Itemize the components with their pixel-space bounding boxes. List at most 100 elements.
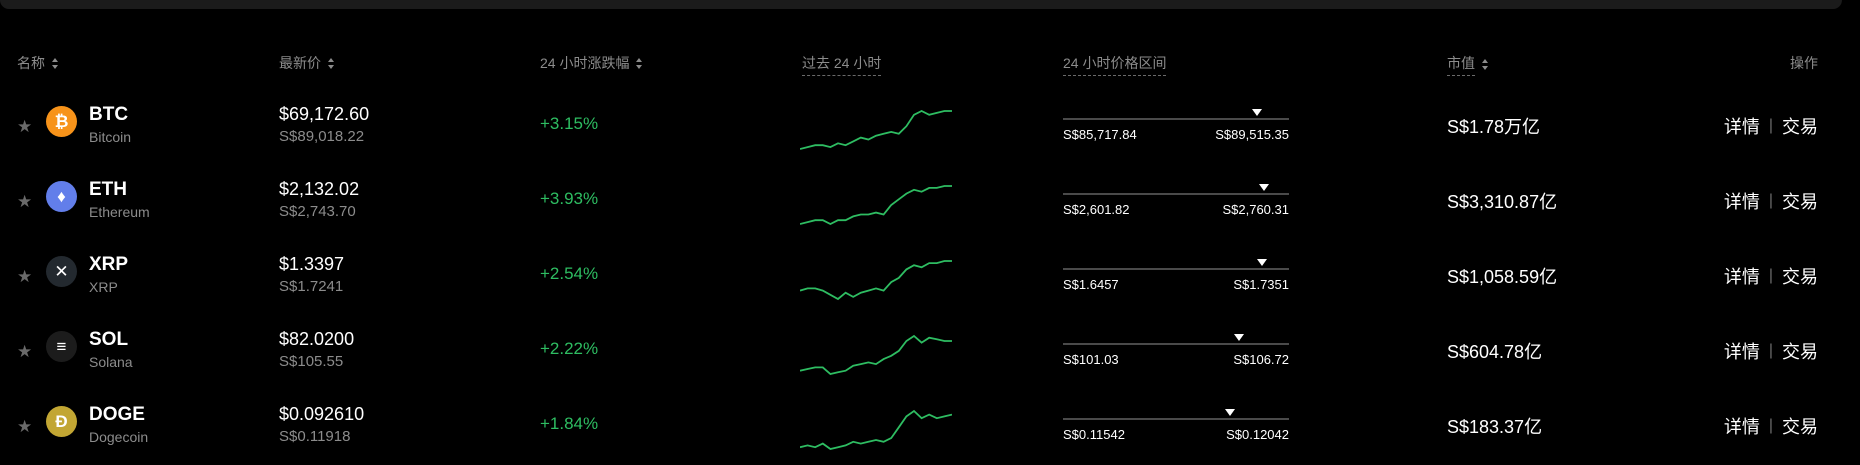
range-low: S$1.6457	[1063, 277, 1119, 292]
detail-link[interactable]: 详情	[1724, 113, 1760, 139]
sparkline-chart	[800, 409, 952, 450]
detail-link[interactable]: 详情	[1724, 338, 1760, 364]
sort-icon[interactable]	[52, 57, 59, 69]
range-low: S$85,717.84	[1063, 127, 1137, 142]
price: $1.3397	[279, 254, 345, 274]
coin-name: Bitcoin	[89, 129, 132, 145]
sparkline-line	[800, 109, 952, 150]
range-marker	[1252, 109, 1263, 116]
star-icon[interactable]: ★	[17, 418, 32, 435]
coin-symbol[interactable]: DOGE	[89, 404, 145, 426]
coin-symbol[interactable]: BTC	[89, 104, 128, 126]
action-separator: |	[1768, 117, 1773, 134]
header-name[interactable]: 名称	[17, 53, 59, 73]
coin-symbol[interactable]: ETH	[89, 179, 127, 201]
range-high: S$106.72	[1233, 352, 1289, 367]
table-row[interactable]: ★ ≡ SOL Solana $82.0200 S$105.55 +2.22% …	[0, 313, 1860, 388]
dogecoin-icon: Ð	[46, 406, 77, 437]
table-row[interactable]: ★ ♦ ETH Ethereum $2,132.02 S$2,743.70 +3…	[0, 163, 1860, 238]
trade-link[interactable]: 交易	[1782, 188, 1818, 214]
header-change[interactable]: 24 小时涨跌幅	[540, 53, 643, 73]
coin-name: Dogecoin	[89, 429, 149, 445]
table-row[interactable]: ★ ₿ BTC Bitcoin $69,172.60 S$89,018.22 +…	[0, 88, 1860, 163]
change-24h: +2.22%	[540, 339, 599, 358]
row-actions: 详情 | 交易	[1724, 338, 1818, 364]
table-header: 名称 最新价 24 小时涨跌幅 过去 24 小时 24 小时价格区间 市值 操作	[0, 53, 1860, 76]
coin-symbol[interactable]: SOL	[89, 329, 128, 351]
bitcoin-icon: ₿	[46, 106, 77, 137]
price: $2,132.02	[279, 179, 360, 199]
price-local: S$105.55	[279, 353, 344, 370]
trade-link[interactable]: 交易	[1782, 113, 1818, 139]
range-marker	[1256, 259, 1267, 266]
detail-link[interactable]: 详情	[1724, 413, 1760, 439]
range-low: S$101.03	[1063, 352, 1119, 367]
header-range: 24 小时价格区间	[1063, 53, 1167, 76]
range-high: S$89,515.35	[1215, 127, 1289, 142]
range-track	[1063, 193, 1289, 195]
market-cap: S$1.78万亿	[1447, 117, 1541, 137]
action-separator: |	[1768, 267, 1773, 284]
coin-symbol[interactable]: XRP	[89, 254, 128, 276]
price-range: S$1.6457 S$1.7351	[1063, 249, 1289, 294]
range-low: S$2,601.82	[1063, 202, 1130, 217]
sparkline-chart	[800, 260, 952, 301]
header-price[interactable]: 最新价	[279, 53, 335, 73]
xrp-icon: ✕	[46, 256, 77, 287]
change-24h: +3.15%	[540, 114, 599, 133]
row-actions: 详情 | 交易	[1724, 413, 1818, 439]
range-track	[1063, 268, 1289, 270]
sort-icon[interactable]	[1482, 59, 1489, 70]
table-row[interactable]: ★ ✕ XRP XRP $1.3397 S$1.7241 +2.54% S$1.…	[0, 238, 1860, 313]
table-row[interactable]: ★ Ð DOGE Dogecoin $0.092610 S$0.11918 +1…	[0, 388, 1860, 463]
star-icon[interactable]: ★	[17, 343, 32, 360]
star-icon[interactable]: ★	[17, 118, 32, 135]
star-icon[interactable]: ★	[17, 268, 32, 285]
row-actions: 详情 | 交易	[1724, 263, 1818, 289]
range-marker	[1225, 409, 1236, 416]
action-separator: |	[1768, 342, 1773, 359]
action-separator: |	[1768, 192, 1773, 209]
price-local: S$1.7241	[279, 278, 344, 295]
range-marker	[1259, 184, 1270, 191]
coin-name: Ethereum	[89, 204, 150, 220]
sparkline-line	[800, 409, 952, 450]
sort-icon[interactable]	[636, 57, 643, 69]
header-actions: 操作	[1790, 53, 1818, 73]
header-actions-label: 操作	[1790, 55, 1818, 71]
detail-link[interactable]: 详情	[1724, 263, 1760, 289]
range-track	[1063, 118, 1289, 120]
detail-link[interactable]: 详情	[1724, 188, 1760, 214]
top-bar	[0, 0, 1842, 9]
sort-icon[interactable]	[328, 57, 335, 69]
price: $0.092610	[279, 404, 365, 424]
coin-name: XRP	[89, 279, 118, 295]
range-high: S$2,760.31	[1222, 202, 1289, 217]
range-high: S$0.12042	[1226, 427, 1289, 442]
row-actions: 详情 | 交易	[1724, 188, 1818, 214]
change-24h: +3.93%	[540, 189, 599, 208]
price-range: S$85,717.84 S$89,515.35	[1063, 99, 1289, 144]
star-icon[interactable]: ★	[17, 193, 32, 210]
sparkline-line	[800, 185, 952, 226]
change-24h: +2.54%	[540, 264, 599, 283]
header-mcap-label: 市值	[1447, 53, 1475, 76]
header-mcap[interactable]: 市值	[1447, 53, 1489, 76]
price-range: S$0.11542 S$0.12042	[1063, 399, 1289, 444]
price: $82.0200	[279, 329, 355, 349]
sparkline-line	[800, 334, 952, 375]
trade-link[interactable]: 交易	[1782, 413, 1818, 439]
range-low: S$0.11542	[1063, 427, 1125, 442]
header-range-label: 24 小时价格区间	[1063, 53, 1167, 76]
sparkline-chart	[800, 334, 952, 375]
trade-link[interactable]: 交易	[1782, 338, 1818, 364]
market-cap: S$3,310.87亿	[1447, 192, 1558, 212]
range-track	[1063, 418, 1289, 420]
row-actions: 详情 | 交易	[1724, 113, 1818, 139]
header-past24h-label: 过去 24 小时	[802, 53, 882, 76]
header-name-label: 名称	[17, 55, 45, 71]
change-24h: +1.84%	[540, 414, 599, 433]
trade-link[interactable]: 交易	[1782, 263, 1818, 289]
coin-name: Solana	[89, 354, 133, 370]
range-track	[1063, 343, 1289, 345]
